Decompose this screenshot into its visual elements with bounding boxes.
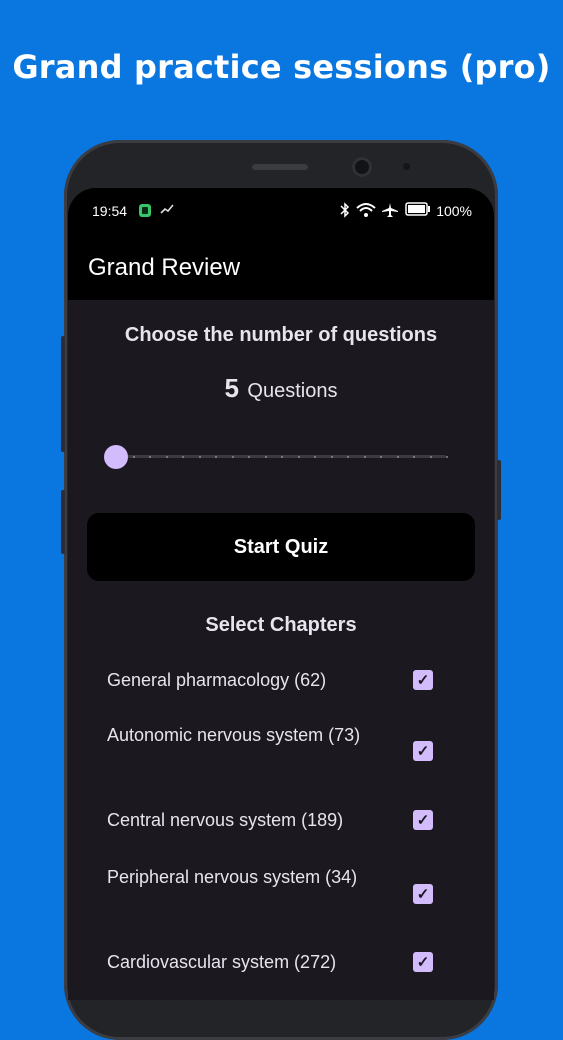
checkmark-icon: ✓ bbox=[416, 885, 430, 903]
airplane-icon bbox=[381, 202, 399, 221]
phone-screen: 19:54 100% Grand Review Choose the numbe… bbox=[68, 188, 494, 1000]
trending-icon bbox=[160, 202, 174, 219]
slider-tick bbox=[347, 456, 349, 458]
question-count-label: Choose the number of questions bbox=[124, 324, 438, 346]
slider-tick bbox=[314, 456, 316, 458]
slider-tick bbox=[231, 456, 234, 458]
slider-thumb[interactable] bbox=[104, 445, 128, 469]
volume-button bbox=[61, 336, 65, 452]
front-camera bbox=[352, 157, 372, 177]
slider-tick bbox=[165, 456, 168, 458]
page-title: Grand Review bbox=[88, 254, 241, 281]
promo-headline: Grand practice sessions (pro) bbox=[12, 48, 551, 86]
proximity-sensor bbox=[403, 163, 410, 170]
chapter-label: Cardiovascular system (272) bbox=[107, 952, 337, 972]
slider-tick bbox=[363, 456, 366, 458]
earpiece bbox=[252, 164, 308, 170]
side-button bbox=[497, 460, 501, 520]
chapter-checkbox[interactable]: ✓ bbox=[413, 670, 433, 690]
checkmark-icon: ✓ bbox=[416, 742, 430, 760]
slider-tick bbox=[215, 456, 217, 458]
chapter-label: Peripheral nervous system (34) bbox=[107, 867, 358, 887]
slider-tick bbox=[297, 456, 300, 458]
chapter-item[interactable]: Central nervous system (189) ✓ bbox=[68, 798, 494, 854]
chapter-item[interactable]: Autonomic nervous system (73) ✓ bbox=[68, 712, 494, 798]
checkmark-icon: ✓ bbox=[416, 671, 430, 689]
chapter-item[interactable]: Cardiovascular system (272) ✓ bbox=[68, 940, 494, 996]
start-quiz-button[interactable]: Start Quiz bbox=[87, 513, 475, 581]
chapter-item[interactable]: General pharmacology (62) ✓ bbox=[68, 656, 494, 712]
chapter-list: General pharmacology (62) ✓ Autonomic ne… bbox=[68, 656, 494, 996]
battery-percent: 100% bbox=[436, 203, 472, 219]
wifi-icon bbox=[356, 202, 376, 221]
chapter-checkbox[interactable]: ✓ bbox=[413, 884, 433, 904]
battery-icon bbox=[405, 202, 431, 219]
battery-saver-icon bbox=[138, 202, 152, 221]
chapter-label: Central nervous system (189) bbox=[107, 810, 344, 830]
slider-tick bbox=[198, 456, 201, 458]
chapters-heading: Select Chapters bbox=[205, 614, 357, 636]
slider-tick bbox=[446, 456, 448, 458]
slider-tick bbox=[149, 456, 151, 458]
slider-tick bbox=[281, 456, 283, 458]
slider-tick bbox=[429, 456, 432, 458]
question-count-value: 5 bbox=[224, 373, 239, 403]
app-bar: Grand Review bbox=[68, 234, 494, 300]
slider-tick bbox=[330, 456, 333, 458]
slider-tick bbox=[396, 456, 399, 458]
status-time: 19:54 bbox=[92, 203, 128, 219]
slider-tick bbox=[264, 456, 267, 458]
chapter-checkbox[interactable]: ✓ bbox=[413, 810, 433, 830]
chapter-label: General pharmacology (62) bbox=[107, 670, 327, 690]
checkmark-icon: ✓ bbox=[416, 811, 430, 829]
chapter-checkbox[interactable]: ✓ bbox=[413, 952, 433, 972]
slider-tick bbox=[413, 456, 415, 458]
slider-tick bbox=[132, 456, 135, 458]
slider-tick bbox=[380, 456, 382, 458]
question-count-unit: Questions bbox=[247, 380, 338, 402]
chapter-label: Autonomic nervous system (73) bbox=[107, 725, 361, 745]
checkmark-icon: ✓ bbox=[416, 953, 430, 971]
status-bar: 19:54 100% bbox=[68, 188, 494, 234]
chapter-item[interactable]: Peripheral nervous system (34) ✓ bbox=[68, 854, 494, 940]
question-count-slider[interactable] bbox=[104, 442, 448, 472]
slider-tick bbox=[182, 456, 184, 458]
question-count-display: 5 Questions bbox=[68, 373, 494, 404]
power-button bbox=[61, 490, 65, 554]
bluetooth-icon bbox=[340, 202, 350, 221]
chapter-checkbox[interactable]: ✓ bbox=[413, 741, 433, 761]
slider-tick bbox=[248, 456, 250, 458]
